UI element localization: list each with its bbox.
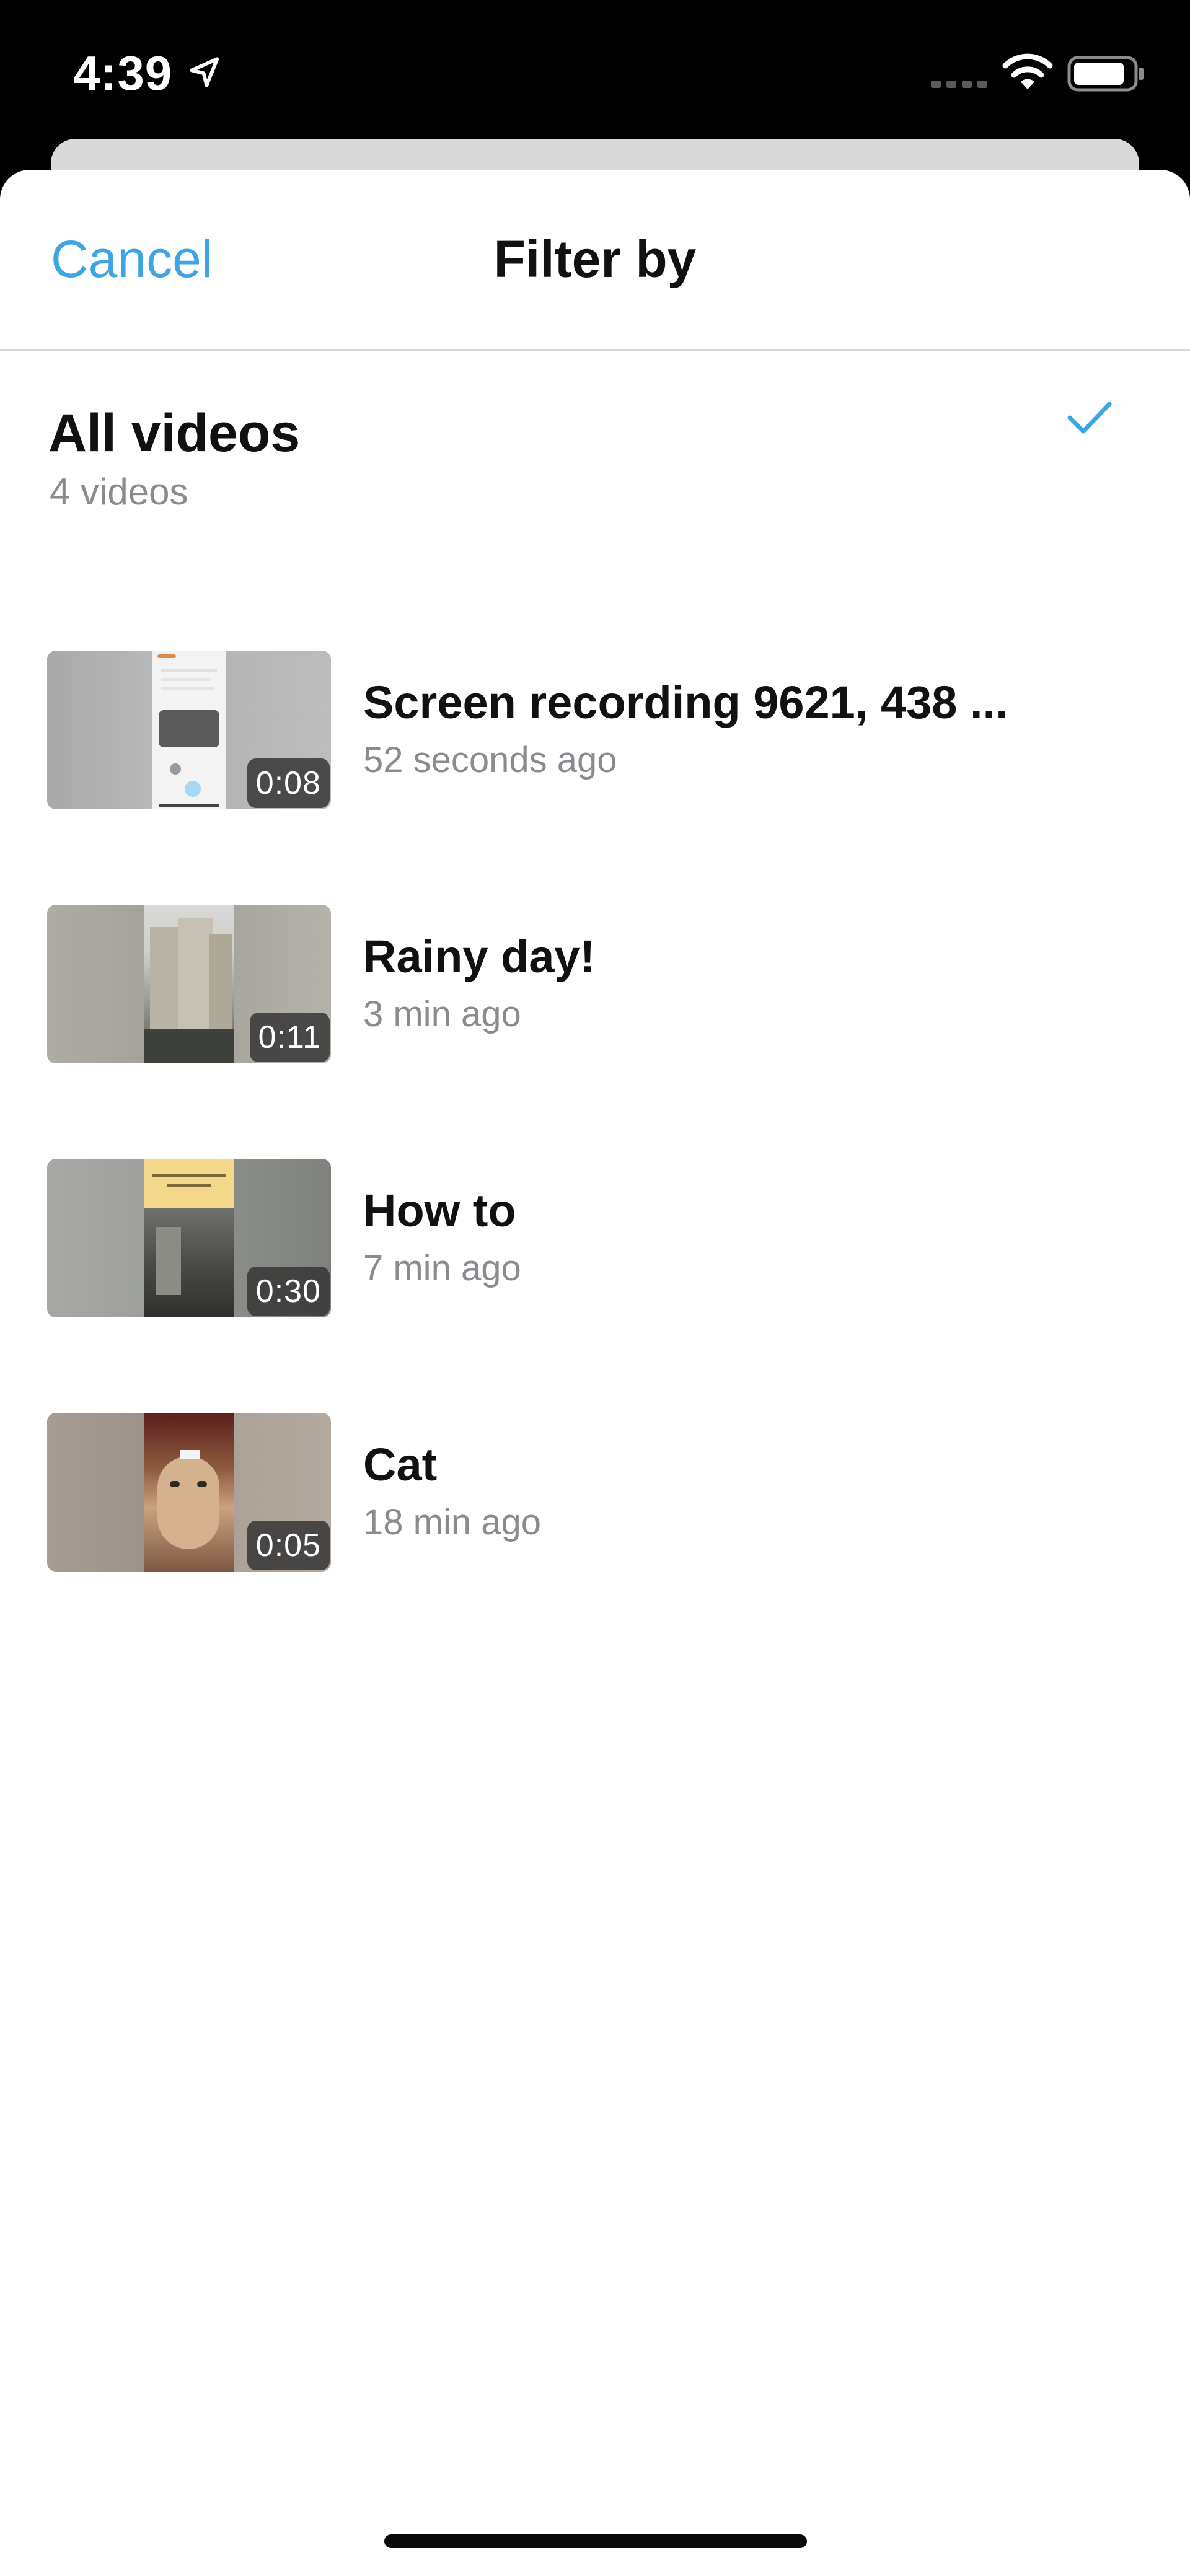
duration-badge: 0:05 [247,1521,330,1570]
battery-icon [1067,56,1144,92]
cellular-signal-icon [931,81,987,88]
duration-badge: 0:08 [247,758,330,808]
video-thumbnail: 0:11 [47,905,331,1063]
video-title: Rainy day! [363,931,596,982]
all-videos-count: 4 videos [50,471,188,512]
status-time: 4:39 [73,46,173,100]
all-videos-option[interactable]: All videos 4 videos [0,399,1190,542]
checkmark-icon [1067,402,1112,434]
video-timestamp: 52 seconds ago [363,740,617,780]
video-thumbnail: 0:05 [47,1413,331,1572]
duration-badge: 0:30 [247,1267,330,1316]
location-arrow-icon [190,57,219,87]
video-title: Screen recording 9621, 438 ... [363,677,1008,728]
list-item[interactable]: 0:08 Screen recording 9621, 438 ... 52 s… [0,651,1190,812]
home-indicator[interactable] [384,2534,807,2548]
video-thumbnail: 0:08 [47,651,331,809]
video-timestamp: 18 min ago [363,1502,541,1542]
wifi-icon [1002,53,1053,89]
video-timestamp: 7 min ago [363,1248,521,1288]
list-item[interactable]: 0:30 How to 7 min ago [0,1159,1190,1320]
list-item[interactable]: 0:05 Cat 18 min ago [0,1413,1190,1574]
video-title: Cat [363,1439,438,1490]
all-videos-title: All videos [48,403,301,463]
video-timestamp: 3 min ago [363,994,521,1034]
list-item[interactable]: 0:11 Rainy day! 3 min ago [0,905,1190,1066]
video-title: How to [363,1185,516,1236]
filter-sheet: Cancel Filter by All videos 4 videos 0:0… [0,170,1190,2576]
duration-badge: 0:11 [249,1013,330,1062]
video-thumbnail: 0:30 [47,1159,331,1317]
screen: 4:39 Cancel Filter by All videos 4 video… [0,0,1190,2576]
status-bar: 4:39 [0,0,1190,143]
page-title: Filter by [493,230,697,288]
nav-bar: Cancel Filter by [0,170,1190,351]
